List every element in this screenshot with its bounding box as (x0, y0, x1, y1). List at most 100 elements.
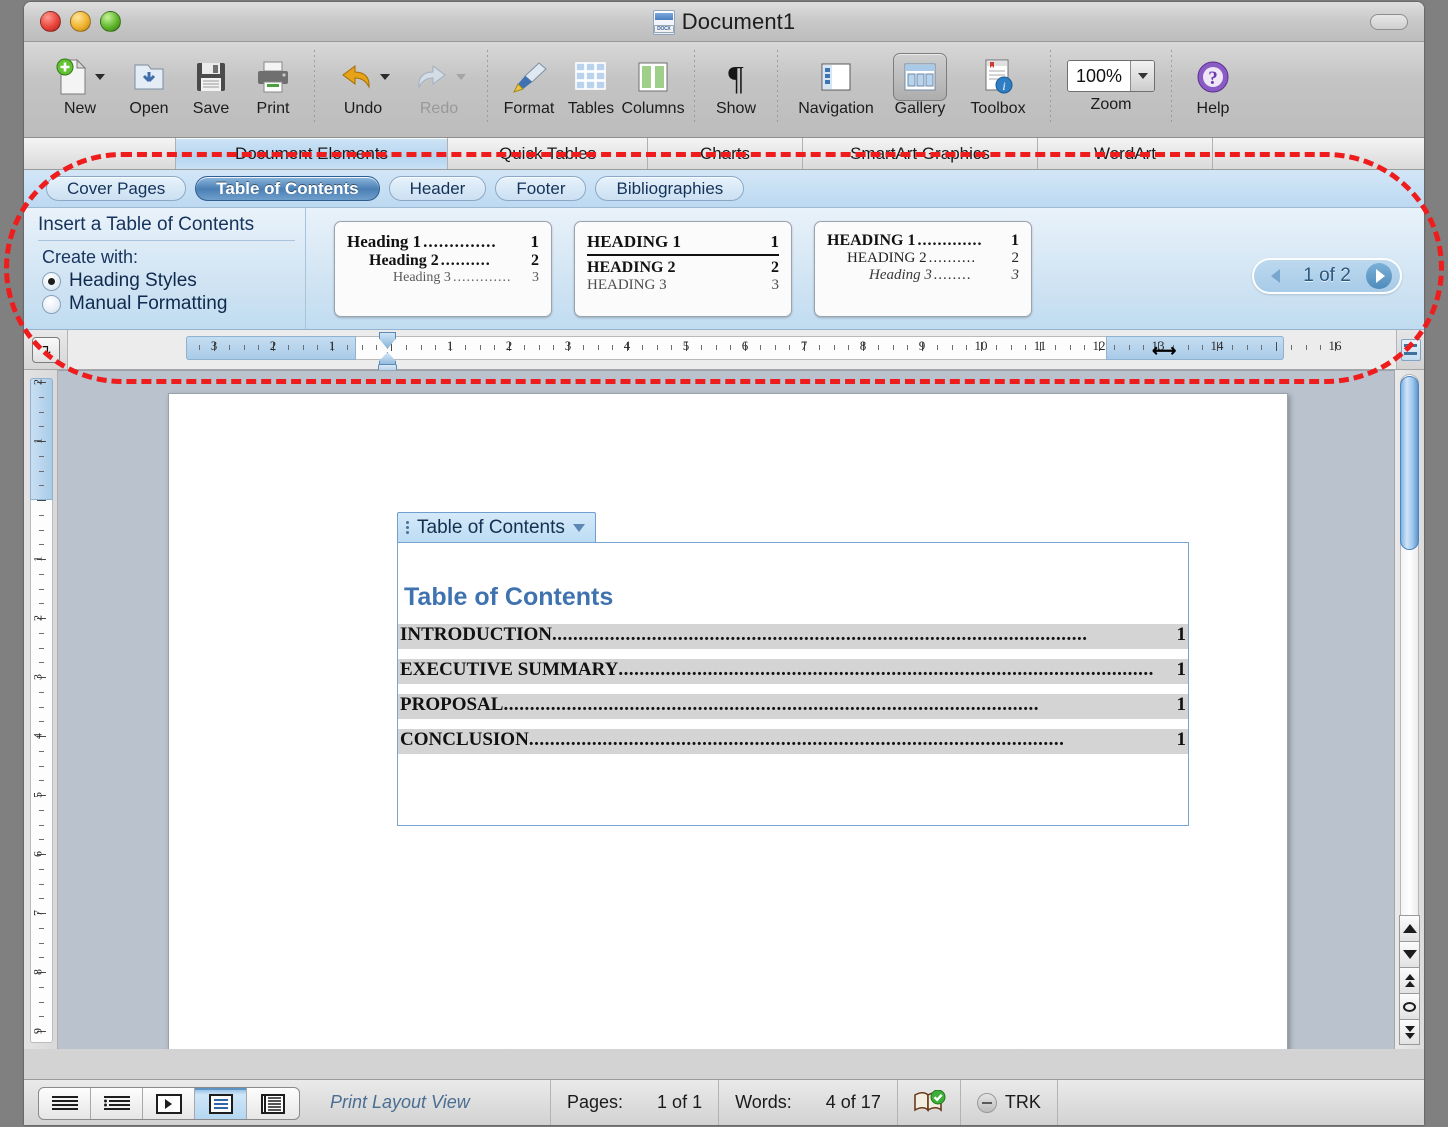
toolbar-toggle-button[interactable] (1370, 14, 1408, 30)
radio-button-unselected-icon[interactable] (42, 295, 61, 314)
toc-field-tab[interactable]: Table of Contents (397, 512, 596, 542)
scroll-up-button[interactable] (1399, 915, 1420, 941)
toolbar-separator (487, 50, 488, 124)
status-track-changes[interactable]: TRK (960, 1080, 1057, 1125)
page-canvas[interactable]: Table of Contents Table of Contents INTR… (58, 370, 1394, 1049)
draft-view-icon (50, 1094, 80, 1114)
pilcrow-icon: ¶ (721, 57, 751, 97)
toc-field-frame[interactable]: Table of Contents INTRODUCTION .........… (397, 542, 1189, 826)
tab-stop-selector[interactable]: ↴ (24, 330, 68, 369)
gallery-next-button[interactable] (1366, 263, 1392, 289)
toc-thumb-page: 1 (771, 232, 780, 252)
ribbon-tab-charts[interactable]: Charts (648, 138, 803, 169)
horizontal-ruler-bar: ↴ 321123456789101112131416 ⟷ (24, 330, 1424, 370)
gallery-prev-button[interactable] (1262, 263, 1288, 289)
ribbon-tab-spacer-right (1213, 138, 1424, 169)
view-mode-buttons (38, 1087, 300, 1120)
toc-thumb-row-title: Heading 3 (869, 267, 932, 284)
toolbar-button-print[interactable]: Print (242, 48, 304, 118)
toc-thumb-row-title: Heading 3 (393, 270, 451, 286)
previous-object-button[interactable] (1399, 967, 1420, 993)
toolbar-button-new[interactable]: New (42, 48, 118, 118)
new-dropdown-caret[interactable] (95, 74, 105, 80)
vertical-ruler[interactable]: 21123456789 (24, 370, 58, 1049)
toc-style-thumbnail-1[interactable]: Heading 1..............1 Heading 2......… (334, 221, 552, 317)
track-changes-label: TRK (1005, 1092, 1041, 1113)
toc-thumb-page: 2 (531, 252, 539, 270)
ribbon-subtab-bar: Cover Pages Table of Contents Header Foo… (24, 170, 1424, 208)
toolbar-button-format[interactable]: Format (498, 48, 560, 118)
scrollbar-thumb[interactable] (1400, 376, 1419, 550)
toolbar-button-open[interactable]: Open (118, 48, 180, 118)
toc-entry-row[interactable]: INTRODUCTION ...........................… (398, 624, 1188, 649)
toc-entry-row[interactable]: EXECUTIVE SUMMARY ......................… (398, 659, 1188, 684)
toc-style-gallery: Heading 1..............1 Heading 2......… (306, 208, 1032, 329)
toolbar-label-show: Show (716, 100, 756, 118)
toolbar-label-format: Format (504, 100, 555, 118)
toc-thumb-row-title: HEADING 1 (587, 232, 681, 252)
zoom-control[interactable]: 100% (1067, 60, 1155, 92)
subtab-footer[interactable]: Footer (495, 176, 586, 201)
chevron-down-icon[interactable] (573, 524, 585, 532)
toolbar-button-tables[interactable]: Tables (560, 48, 622, 118)
outline-view-button[interactable] (91, 1088, 143, 1119)
document-page[interactable]: Table of Contents Table of Contents INTR… (168, 393, 1288, 1049)
subtab-header[interactable]: Header (389, 176, 487, 201)
toc-entry-row[interactable]: PROPOSAL ...............................… (398, 694, 1188, 719)
toolbar-button-columns[interactable]: Columns (622, 48, 684, 118)
ruler-tick-label: 6 (742, 338, 749, 354)
undo-dropdown-caret[interactable] (380, 74, 390, 80)
toolbar-button-gallery[interactable]: Gallery (884, 48, 956, 118)
main-toolbar: New Open (24, 42, 1424, 138)
svg-text:?: ? (1208, 68, 1218, 89)
toolbar-button-zoom[interactable]: 100% Zoom (1061, 48, 1161, 114)
scroll-down-button[interactable] (1399, 941, 1420, 967)
next-object-button[interactable] (1399, 1019, 1420, 1045)
select-browse-object-button[interactable] (1399, 993, 1420, 1019)
toolbar-label-navigation: Navigation (798, 100, 874, 118)
ribbon-tab-smartart-graphics[interactable]: SmartArt Graphics (803, 138, 1038, 169)
horizontal-ruler[interactable]: 321123456789101112131416 ⟷ (68, 330, 1396, 369)
toc-entry-title: CONCLUSION (400, 729, 529, 751)
tab-stop-icon[interactable]: ↴ (32, 337, 60, 363)
toolbar-label-new: New (64, 100, 96, 118)
status-spelling[interactable] (897, 1080, 960, 1125)
toolbar-separator (314, 50, 315, 124)
radio-heading-styles[interactable]: Heading Styles (42, 270, 305, 292)
drag-grip-icon[interactable] (406, 521, 409, 534)
vertical-ruler-tick-label: 9 (31, 1028, 46, 1034)
ribbon-tab-wordart[interactable]: WordArt (1038, 138, 1213, 169)
radio-button-selected-icon[interactable] (42, 272, 61, 291)
notebook-layout-view-button[interactable] (247, 1088, 299, 1119)
zoom-dropdown-caret[interactable] (1130, 61, 1154, 91)
create-with-label: Create with: (42, 247, 305, 268)
toolbar-button-help[interactable]: ? Help (1182, 48, 1244, 118)
publishing-layout-view-icon (155, 1093, 183, 1115)
toc-style-thumbnail-2[interactable]: HEADING 11 HEADING 22 HEADING 33 (574, 221, 792, 317)
ribbon-tab-quick-tables[interactable]: Quick Tables (448, 138, 648, 169)
subtab-table-of-contents[interactable]: Table of Contents (195, 176, 379, 201)
insert-toc-panel: Insert a Table of Contents Create with: … (24, 208, 306, 329)
ribbon-tab-document-elements[interactable]: Document Elements (176, 138, 448, 169)
toolbar-button-show[interactable]: ¶ Show (705, 48, 767, 118)
subtab-cover-pages[interactable]: Cover Pages (46, 176, 186, 201)
track-changes-toggle-icon[interactable] (977, 1093, 997, 1113)
toolbar-separator (694, 50, 695, 124)
toolbar-button-undo[interactable]: Undo (325, 48, 401, 118)
print-layout-view-button[interactable] (195, 1088, 247, 1119)
toolbar-label-open: Open (129, 100, 168, 118)
ruler-view-toggle[interactable] (1396, 330, 1424, 369)
publishing-layout-view-button[interactable] (143, 1088, 195, 1119)
docx-file-icon-label: DOCX (654, 25, 674, 33)
toolbar-button-save[interactable]: Save (180, 48, 242, 118)
radio-manual-formatting[interactable]: Manual Formatting (42, 293, 305, 315)
subtab-bibliographies[interactable]: Bibliographies (595, 176, 744, 201)
zoom-value[interactable]: 100% (1068, 61, 1130, 91)
toc-entry-row[interactable]: CONCLUSION .............................… (398, 729, 1188, 754)
toc-style-thumbnail-3[interactable]: HEADING 1.............1 HEADING 2.......… (814, 221, 1032, 317)
toolbar-button-toolbox[interactable]: i Toolbox (956, 48, 1040, 118)
draft-view-button[interactable] (39, 1088, 91, 1119)
vertical-scrollbar[interactable] (1394, 370, 1424, 1049)
toolbar-label-toolbox: Toolbox (970, 100, 1025, 118)
toolbar-button-navigation[interactable]: Navigation (788, 48, 884, 118)
